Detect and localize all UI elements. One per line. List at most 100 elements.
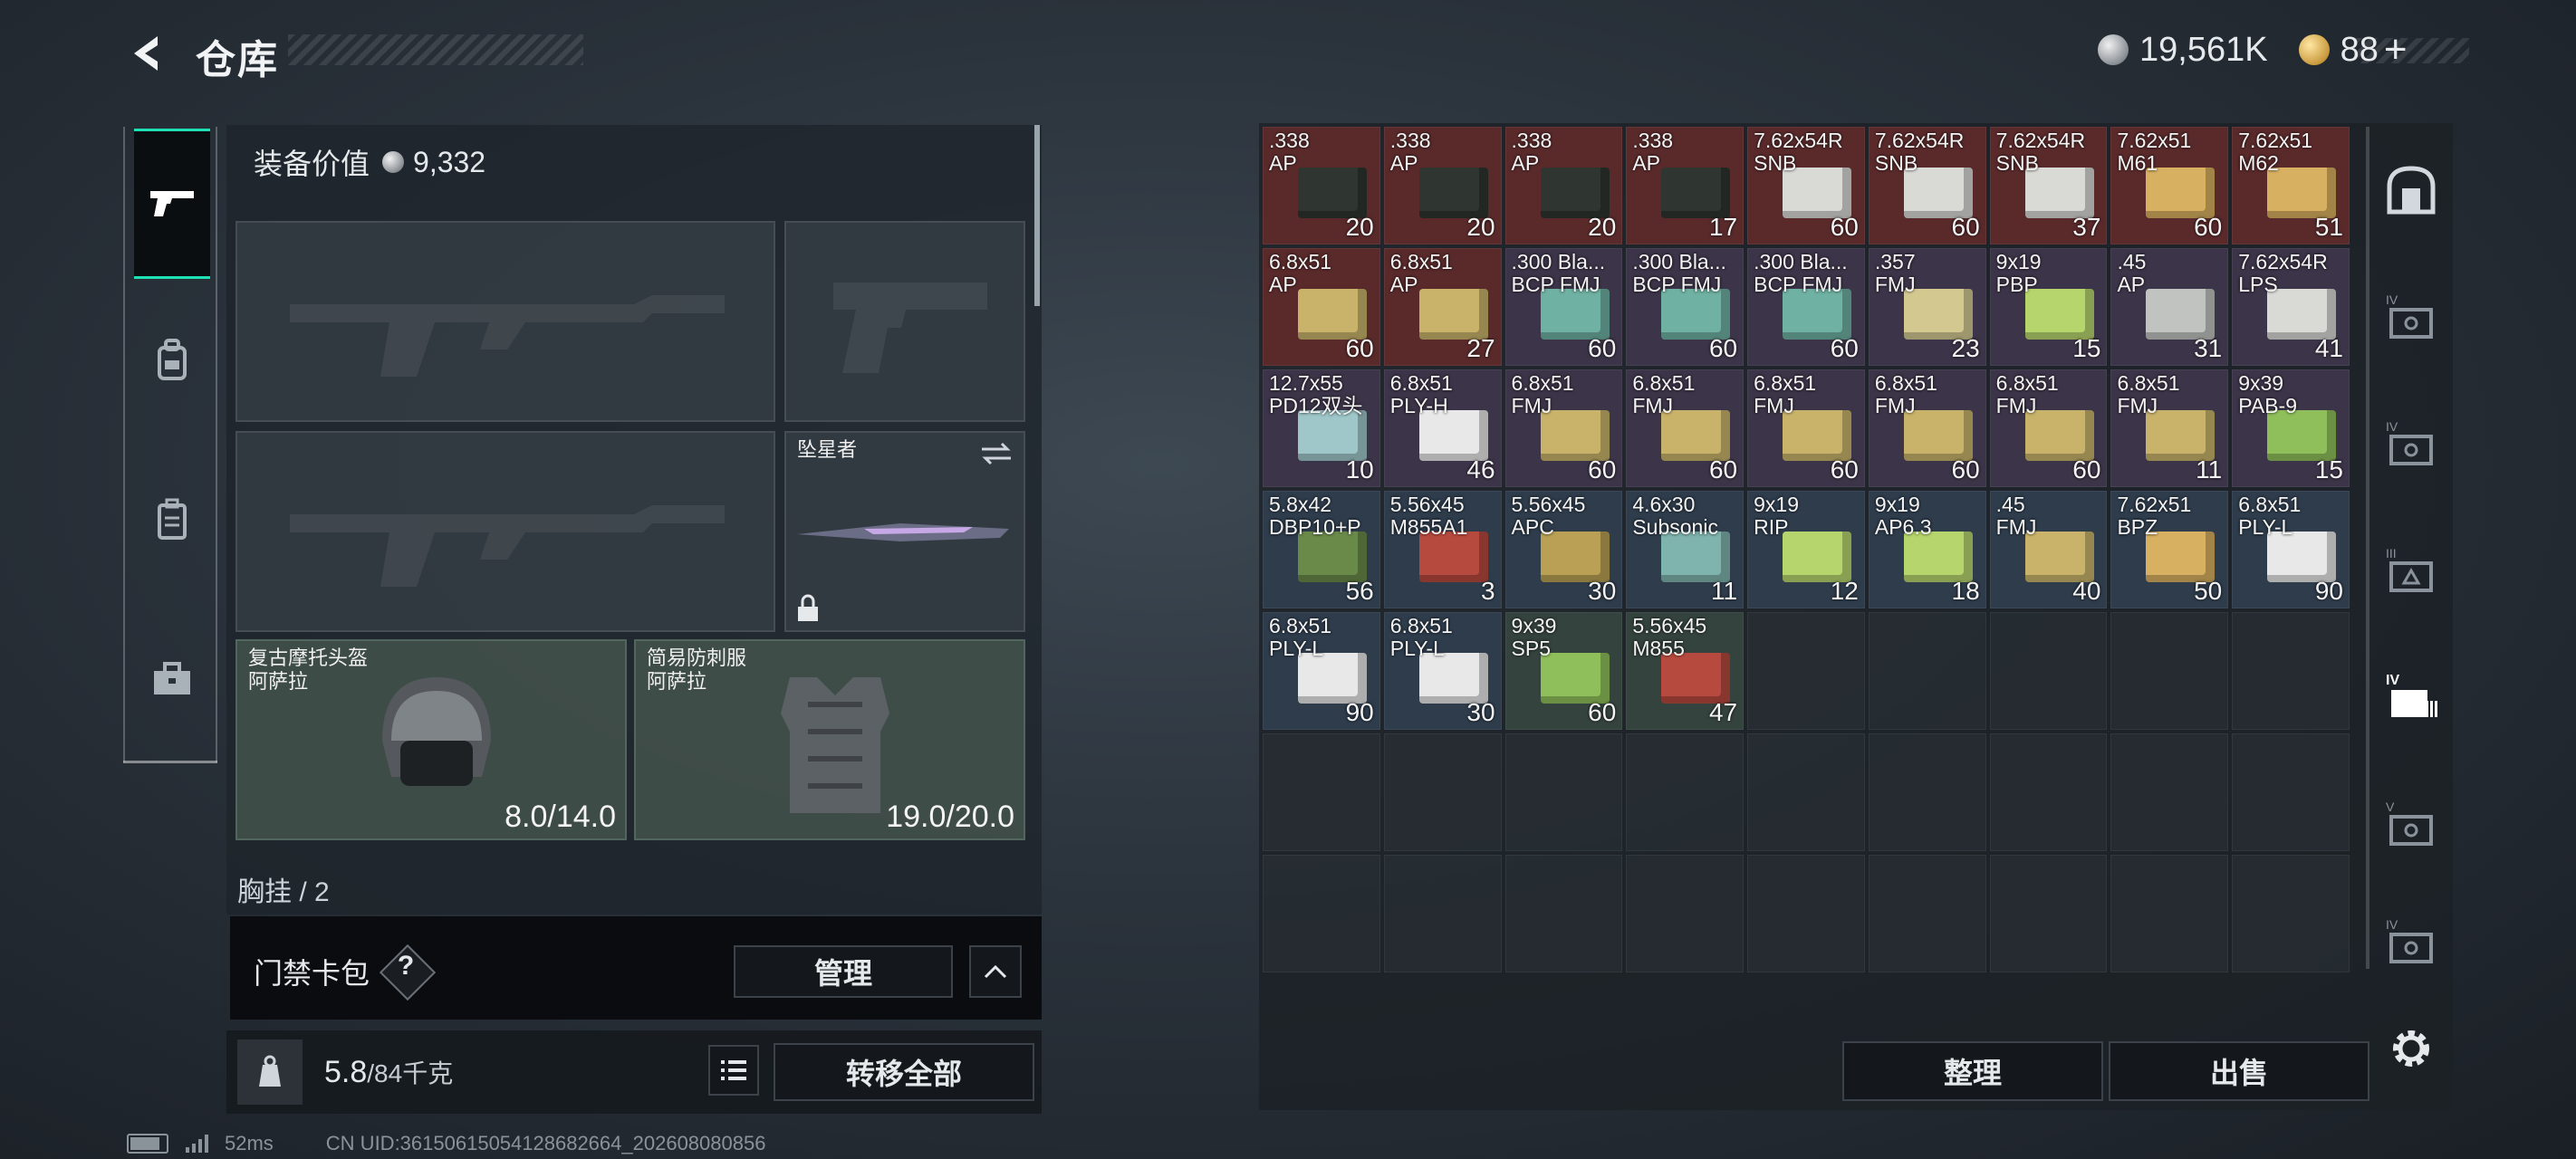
inventory-item[interactable]: 7.62x51 M62 51 [2232,127,2350,244]
pistol-icon [150,191,194,216]
inventory-item[interactable]: .300 Bla... BCP FMJ 60 [1504,248,1623,366]
primary-weapon-slot[interactable] [235,221,775,422]
category-tab-weapons[interactable] [134,129,210,279]
empty-slot[interactable] [2110,855,2229,972]
category-tab-vest[interactable] [134,447,210,592]
inventory-item[interactable]: 6.8x51 PLY-L 30 [1383,612,1502,730]
equipment-scrollbar[interactable] [1034,125,1040,306]
inventory-item[interactable]: 9x39 PAB-9 15 [2232,369,2350,487]
helmet-slot[interactable]: 复古摩托头盔 阿萨拉 8.0/14.0 [235,639,627,840]
empty-slot[interactable] [1747,612,1865,730]
sell-button[interactable]: 出售 [2109,1041,2369,1101]
item-caliber: .300 Bla... [1632,250,1726,273]
inventory-item[interactable]: .338 AP 20 [1263,127,1380,244]
inventory-item[interactable]: 7.62x54R SNB 60 [1868,127,1986,244]
sort-button[interactable]: 整理 [1842,1041,2103,1101]
inventory-item[interactable]: 7.62x51 M61 60 [2110,127,2229,244]
item-type: PAB-9 [2238,394,2297,417]
category-tab-supplies[interactable] [134,607,210,752]
inventory-item[interactable]: 6.8x51 FMJ 60 [1747,369,1865,487]
case-tab-iv-3[interactable]: IV [2375,905,2447,978]
item-quantity: 18 [1951,577,1980,605]
empty-slot[interactable] [1868,612,1986,730]
inventory-item[interactable]: 6.8x51 FMJ 60 [1504,369,1623,487]
category-tab-gear[interactable] [134,288,210,433]
item-quantity: 60 [1951,455,1980,484]
melee-slot[interactable]: 坠星者 [784,431,1025,632]
inventory-item[interactable]: 6.8x51 FMJ 11 [2110,369,2229,487]
inventory-item[interactable]: 6.8x51 FMJ 60 [1868,369,1986,487]
inventory-item[interactable]: .338 AP 20 [1504,127,1623,244]
empty-slot[interactable] [1989,855,2108,972]
inventory-item[interactable]: .45 AP 31 [2110,248,2229,366]
case-tab-v[interactable]: V [2375,779,2447,869]
inventory-item[interactable]: .357 FMJ 23 [1868,248,1986,366]
back-arrow-icon[interactable] [125,31,170,76]
inventory-item[interactable]: 7.62x51 BPZ 50 [2110,491,2229,608]
secondary-weapon-slot[interactable] [235,431,775,632]
inventory-item[interactable]: 7.62x54R SNB 37 [1989,127,2108,244]
empty-slot[interactable] [2232,855,2350,972]
empty-slot[interactable] [1263,733,1380,851]
swap-icon[interactable] [978,440,1014,467]
empty-slot[interactable] [1989,612,2108,730]
collapse-button[interactable] [969,945,1022,998]
inventory-item[interactable]: 7.62x54R SNB 60 [1747,127,1865,244]
case-tab-iv-active[interactable]: IV [2375,652,2447,742]
inventory-item[interactable]: .338 AP 17 [1626,127,1745,244]
empty-slot[interactable] [1263,855,1380,972]
empty-slot[interactable] [1868,733,1986,851]
case-tab-iii[interactable]: III [2375,525,2447,616]
inventory-item[interactable]: 5.8x42 DBP10+P 56 [1263,491,1380,608]
settings-gear-icon[interactable] [2384,1021,2438,1076]
empty-slot[interactable] [1626,733,1745,851]
ammo-box-icon [2024,532,2094,582]
inventory-item[interactable]: 9x19 AP6.3 18 [1868,491,1986,608]
case-tab-iv-2[interactable]: IV [2375,398,2447,489]
inventory-item[interactable]: 6.8x51 PLY-L 90 [2232,491,2350,608]
list-view-button[interactable] [708,1045,759,1096]
case-tab-safe[interactable] [2375,145,2447,235]
pistol-slot[interactable] [784,221,1025,422]
inventory-item[interactable]: .300 Bla... BCP FMJ 60 [1747,248,1865,366]
empty-slot[interactable] [1383,855,1502,972]
empty-slot[interactable] [1504,855,1623,972]
empty-slot[interactable] [2232,612,2350,730]
inventory-item[interactable]: 7.62x54R LPS 41 [2232,248,2350,366]
inventory-item[interactable]: 6.8x51 FMJ 60 [1989,369,2108,487]
case-tab-iv-1[interactable]: IV [2375,272,2447,362]
inventory-item[interactable]: 9x19 PBP 15 [1989,248,2108,366]
inventory-item[interactable]: 12.7x55 PD12双头 10 [1263,369,1380,487]
armor-slot[interactable]: 简易防刺服 阿萨拉 19.0/20.0 [634,639,1025,840]
inventory-item[interactable]: 6.8x51 AP 27 [1383,248,1502,366]
empty-slot[interactable] [1504,733,1623,851]
empty-slot[interactable] [1868,855,1986,972]
empty-slot[interactable] [2232,733,2350,851]
empty-slot[interactable] [1626,855,1745,972]
title-decoration [288,34,583,65]
inventory-item[interactable]: 6.8x51 AP 60 [1263,248,1380,366]
inventory-item[interactable]: 6.8x51 PLY-H 46 [1383,369,1502,487]
empty-slot[interactable] [1989,733,2108,851]
inventory-item[interactable]: .338 AP 20 [1383,127,1502,244]
inventory-item[interactable]: 6.8x51 FMJ 60 [1626,369,1745,487]
inventory-item[interactable]: .45 FMJ 40 [1989,491,2108,608]
inventory-item[interactable]: 9x39 SP5 60 [1504,612,1623,730]
empty-slot[interactable] [2110,733,2229,851]
ammo-box-icon [2267,410,2337,461]
empty-slot[interactable] [2110,612,2229,730]
inventory-item[interactable]: 9x19 RIP 12 [1747,491,1865,608]
empty-slot[interactable] [1747,733,1865,851]
item-type: BCP FMJ [1632,273,1722,296]
inventory-item[interactable]: 5.56x45 M855A1 3 [1383,491,1502,608]
empty-slot[interactable] [1383,733,1502,851]
inventory-item[interactable]: 5.56x45 M855 47 [1626,612,1745,730]
empty-slot[interactable] [1747,855,1865,972]
manage-button[interactable]: 管理 [734,945,953,998]
inventory-item[interactable]: 4.6x30 Subsonic 11 [1626,491,1745,608]
lock-icon [798,594,818,621]
transfer-all-button[interactable]: 转移全部 [774,1043,1034,1101]
inventory-item[interactable]: 6.8x51 PLY-L 90 [1263,612,1380,730]
inventory-item[interactable]: 5.56x45 APC 30 [1504,491,1623,608]
inventory-item[interactable]: .300 Bla... BCP FMJ 60 [1626,248,1745,366]
